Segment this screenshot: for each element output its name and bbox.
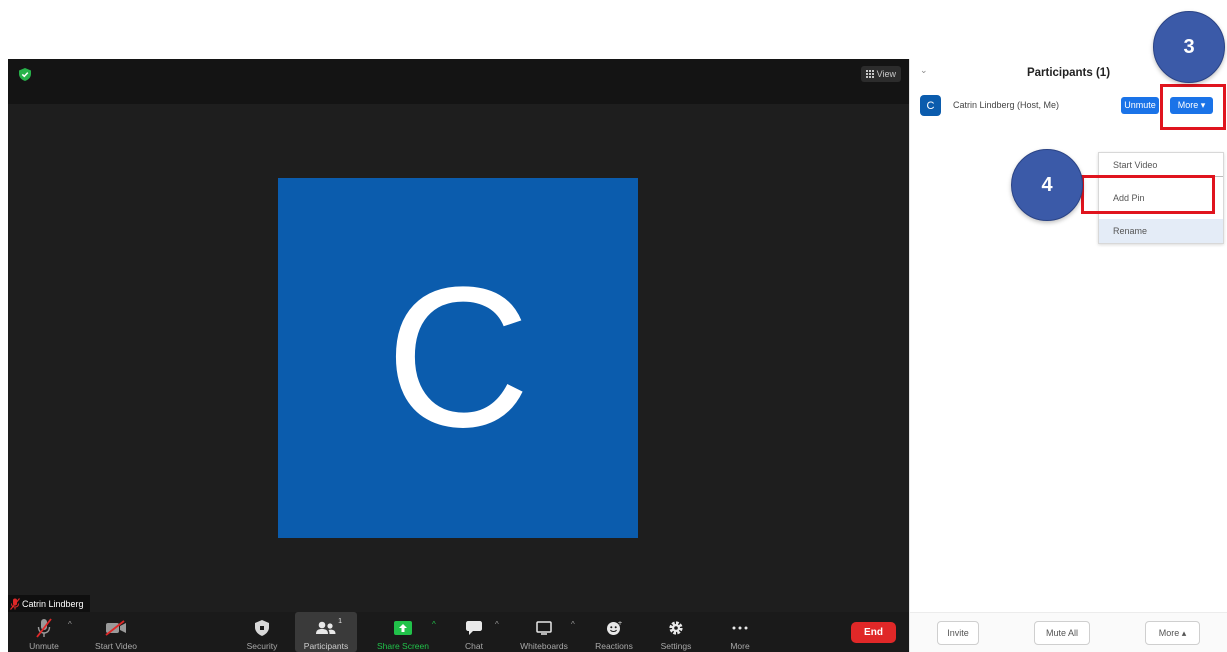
view-label: View [876,69,896,79]
meeting-toolbar: Unmute ^ Start Video Security 1 Particip… [8,612,909,652]
avatar: C [920,95,941,116]
chat-bubble-icon [466,621,482,635]
participant-name-tag: Catrin Lindberg [8,595,90,612]
meeting-top-bar: View [8,59,909,104]
step-4-badge: 4 [1011,149,1083,221]
more-toolbar-label: More [730,641,750,651]
encryption-shield-icon[interactable] [19,68,31,81]
unmute-button[interactable]: Unmute [24,612,64,652]
menu-item-start-video[interactable]: Start Video [1099,153,1223,177]
share-screen-icon [394,621,412,635]
view-button[interactable]: View [860,66,901,82]
share-screen-button[interactable]: Share Screen [374,612,432,652]
participants-label: Participants [303,641,349,651]
audio-options-caret-icon[interactable]: ^ [68,620,72,629]
participant-unmute-button[interactable]: Unmute [1121,97,1159,114]
chat-label: Chat [465,641,483,651]
end-meeting-button[interactable]: End [851,622,896,643]
whiteboards-button[interactable]: Whiteboards [513,612,575,652]
chat-options-caret-icon[interactable]: ^ [495,620,499,629]
name-tag-label: Catrin Lindberg [22,598,84,609]
settings-button[interactable]: Settings [654,612,698,652]
panel-footer: Invite Mute All More ▴ [910,612,1227,652]
more-dots-icon [732,626,748,630]
whiteboard-options-caret-icon[interactable]: ^ [571,620,575,629]
whiteboard-icon [536,621,552,635]
muted-mic-icon [36,618,52,638]
participant-name: Catrin Lindberg (Host, Me) [953,100,1060,110]
security-button[interactable]: Security [242,612,282,652]
step-3-highlight-box [1160,84,1226,130]
settings-label: Settings [660,641,692,651]
participants-icon [316,621,336,634]
unmute-label: Unmute [29,641,59,651]
start-video-button[interactable]: Start Video [88,612,144,652]
share-options-caret-icon[interactable]: ^ [432,620,436,629]
step-4-highlight-box [1081,175,1215,214]
shield-icon [255,620,269,636]
security-label: Security [246,641,278,651]
muted-mic-icon [10,597,20,610]
emoji-reaction-icon: + [607,620,623,635]
whiteboards-label: Whiteboards [520,641,568,651]
participants-panel: ⌄ Participants (1) C Catrin Lindberg (Ho… [909,59,1227,652]
participants-count-badge: 1 [338,618,342,625]
tile-initial: C [385,246,531,469]
participants-button[interactable]: 1 Participants [295,612,357,652]
grid-icon [865,70,874,78]
video-off-icon [105,620,126,636]
panel-more-button[interactable]: More ▴ [1145,621,1200,645]
reactions-label: Reactions [595,641,633,651]
gear-icon [669,621,683,635]
participant-video-tile: C [278,178,638,538]
share-screen-label: Share Screen [377,641,429,651]
invite-button[interactable]: Invite [937,621,979,645]
reactions-button[interactable]: + Reactions [589,612,639,652]
step-3-badge: 3 [1153,11,1225,83]
chat-button[interactable]: Chat [458,612,490,652]
svg-text:+: + [618,620,623,627]
menu-item-rename[interactable]: Rename [1099,219,1223,243]
more-toolbar-button[interactable]: More [724,612,756,652]
meeting-window: View C Catrin Lindberg Unmute ^ Start Vi… [8,59,909,652]
start-video-label: Start Video [95,641,137,651]
mute-all-button[interactable]: Mute All [1034,621,1090,645]
